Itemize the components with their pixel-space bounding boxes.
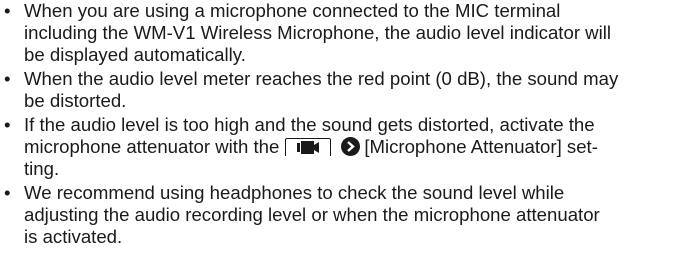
- note-line: If the audio level is too high and the s…: [24, 113, 595, 135]
- note-item: • If the audio level is too high and the…: [0, 114, 668, 181]
- note-line: When you are using a microphone connecte…: [24, 0, 561, 21]
- note-line: be distorted.: [24, 90, 127, 112]
- chevron-right-circle-icon: [341, 137, 361, 156]
- bullet: •: [4, 68, 11, 89]
- notes-list: • When you are using a microphone connec…: [0, 0, 668, 250]
- note-line: ting.: [24, 158, 60, 180]
- note-line-with-icons: microphone attenuator with the [Microphon…: [24, 136, 668, 158]
- note-line: We recommend using headphones to check t…: [24, 181, 565, 203]
- note-item: • When the audio level meter reaches the…: [0, 68, 668, 112]
- bullet: •: [4, 0, 11, 21]
- note-line: When the audio level meter reaches the r…: [24, 68, 619, 89]
- note-line: adjusting the audio recording level or w…: [24, 204, 600, 225]
- note-item: • We recommend using headphones to check…: [0, 182, 668, 249]
- note-text: microphone attenuator with the: [24, 136, 280, 157]
- note-line: be displayed automatically.: [24, 44, 246, 66]
- bullet: •: [4, 181, 11, 203]
- bullet: •: [4, 113, 11, 135]
- note-item: • When you are using a microphone connec…: [0, 0, 668, 67]
- movie-camera-menu-icon: [285, 138, 332, 156]
- note-line: is activated.: [24, 226, 123, 248]
- note-text: [Microphone Attenuator] set-: [364, 136, 598, 157]
- note-line: including the WM-V1 Wireless Microphone,…: [24, 22, 611, 44]
